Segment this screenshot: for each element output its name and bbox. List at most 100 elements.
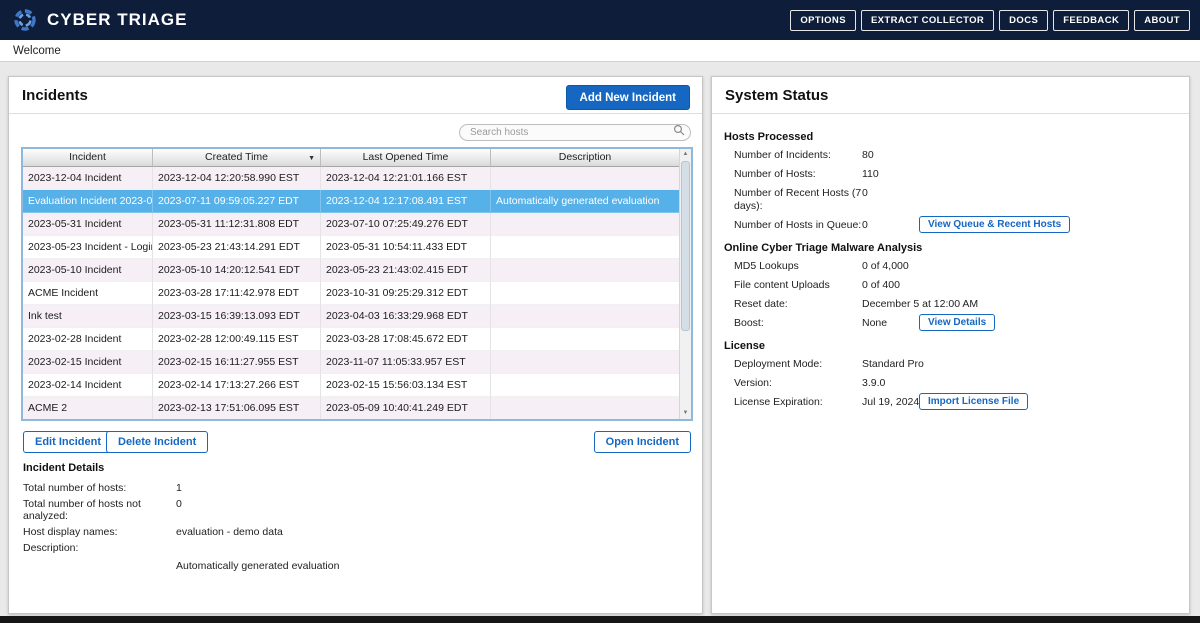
scroll-down-icon[interactable]: ▼ [680,408,691,419]
cell-created: 2023-03-28 17:11:42.978 EDT [153,282,321,305]
extract-collector-button[interactable]: EXTRACT COLLECTOR [861,10,994,31]
incident-row[interactable]: 2023-05-23 Incident - Logins 2023-05-23 … [23,236,679,259]
status-row: Number of Recent Hosts (7 days): 0 [734,187,1177,213]
detail-row: Total number of hosts: 1 [23,482,688,494]
column-header-last-opened-time[interactable]: Last Opened Time [321,149,491,167]
cell-description [491,213,679,236]
status-row: Number of Incidents: 80 [734,149,1177,162]
open-incident-button[interactable]: Open Incident [594,431,691,453]
status-value: December 5 at 12:00 AM [862,298,978,311]
system-status-title: System Status [725,87,828,104]
status-label: Reset date: [734,298,862,311]
incident-row[interactable]: 2023-02-14 Incident 2023-02-14 17:13:27.… [23,374,679,397]
cell-opened: 2023-02-15 15:56:03.134 EST [321,374,491,397]
status-label: MD5 Lookups [734,260,862,273]
status-label: License Expiration: [734,396,862,409]
import-license-file-button[interactable]: Import License File [919,393,1028,410]
view-details-button[interactable]: View Details [919,314,995,331]
options-button[interactable]: OPTIONS [790,10,856,31]
incident-row[interactable]: 2023-05-31 Incident 2023-05-31 11:12:31.… [23,213,679,236]
detail-label: Total number of hosts not analyzed: [23,498,176,522]
status-label: Number of Hosts: [734,168,862,181]
cell-created: 2023-03-15 16:39:13.093 EDT [153,305,321,328]
cell-incident: ACME Incident [23,282,153,305]
detail-row: Host display names: evaluation - demo da… [23,526,688,538]
cell-description [491,397,679,419]
add-new-incident-button[interactable]: Add New Incident [566,85,690,110]
status-row: Number of Hosts: 110 [734,168,1177,181]
column-header-description[interactable]: Description [491,149,679,167]
table-scrollbar[interactable]: ▲ ▼ [679,149,691,419]
cell-opened: 2023-12-04 12:21:01.166 EST [321,167,491,190]
scrollbar-thumb[interactable] [681,161,690,331]
sort-desc-icon: ▼ [308,150,315,167]
section-heading-license: License [724,340,1177,352]
incident-row[interactable]: 2023-12-04 Incident 2023-12-04 12:20:58.… [23,167,679,190]
incident-details: Incident Details Total number of hosts: … [23,462,688,576]
incident-row[interactable]: Ink test 2023-03-15 16:39:13.093 EDT 202… [23,305,679,328]
cell-description [491,167,679,190]
cell-opened: 2023-04-03 16:33:29.968 EDT [321,305,491,328]
status-value: Jul 19, 2024 [862,396,919,409]
incident-row[interactable]: ACME Incident 2023-03-28 17:11:42.978 ED… [23,282,679,305]
column-header-created-time[interactable]: Created Time▼ [153,149,321,167]
cell-opened: 2023-05-23 21:43:02.415 EDT [321,259,491,282]
cell-created: 2023-05-10 14:20:12.541 EDT [153,259,321,282]
status-label: Number of Recent Hosts (7 days): [734,187,862,213]
tab-strip: Welcome [0,40,1200,62]
incidents-table-header: Incident Created Time▼ Last Opened Time … [23,149,679,167]
system-status-panel: System Status Hosts Processed Number of … [711,76,1190,614]
bottom-taskbar-edge [0,616,1200,623]
incident-row[interactable]: 2023-02-28 Incident 2023-02-28 12:00:49.… [23,328,679,351]
status-row: Deployment Mode: Standard Pro [734,358,1177,371]
cell-incident: ACME 2 [23,397,153,419]
cell-incident: 2023-12-04 Incident [23,167,153,190]
cell-description [491,236,679,259]
status-value: 0 [862,219,868,232]
incidents-title: Incidents [22,87,88,104]
logo: CYBER TRIAGE [0,7,187,33]
cell-description [491,259,679,282]
feedback-button[interactable]: FEEDBACK [1053,10,1129,31]
column-header-incident[interactable]: Incident [23,149,153,167]
detail-value: evaluation - demo data [176,526,283,538]
incident-row[interactable]: 2023-02-15 Incident 2023-02-15 16:11:27.… [23,351,679,374]
status-row: Reset date: December 5 at 12:00 AM [734,298,1177,311]
search-hosts [459,122,691,139]
scroll-up-icon[interactable]: ▲ [680,149,691,160]
incident-row[interactable]: 2023-05-10 Incident 2023-05-10 14:20:12.… [23,259,679,282]
app-window: CYBER TRIAGE OPTIONS EXTRACT COLLECTOR D… [0,0,1200,623]
cell-created: 2023-12-04 12:20:58.990 EST [153,167,321,190]
incidents-panel: Incidents Add New Incident Incident Crea… [8,76,703,614]
docs-button[interactable]: DOCS [999,10,1048,31]
cell-opened: 2023-03-28 17:08:45.672 EDT [321,328,491,351]
status-value: Standard Pro [862,358,924,371]
incident-details-title: Incident Details [23,462,688,474]
detail-label: Host display names: [23,526,176,538]
cell-description: Automatically generated evaluation [491,190,679,213]
incident-row-selected[interactable]: Evaluation Incident 2023-07-11 2023-07-1… [23,190,679,213]
section-heading-hosts-processed: Hosts Processed [724,131,1177,143]
status-row: Version: 3.9.0 [734,377,1177,390]
status-label: File content Uploads [734,279,862,292]
detail-value: Automatically generated evaluation [176,560,688,572]
detail-value: 1 [176,482,182,494]
status-row: MD5 Lookups 0 of 4,000 [734,260,1177,273]
edit-incident-button[interactable]: Edit Incident [23,431,113,453]
tab-welcome[interactable]: Welcome [0,45,61,57]
about-button[interactable]: ABOUT [1134,10,1190,31]
search-hosts-input[interactable] [459,124,691,141]
cell-created: 2023-05-31 11:12:31.808 EDT [153,213,321,236]
cell-created: 2023-02-13 17:51:06.095 EST [153,397,321,419]
cell-incident: 2023-05-10 Incident [23,259,153,282]
status-value: 0 of 4,000 [862,260,909,273]
top-bar: CYBER TRIAGE OPTIONS EXTRACT COLLECTOR D… [0,0,1200,40]
incident-row[interactable]: ACME 2 2023-02-13 17:51:06.095 EST 2023-… [23,397,679,419]
delete-incident-button[interactable]: Delete Incident [106,431,208,453]
system-status-content: Hosts Processed Number of Incidents: 80 … [724,121,1177,415]
status-value: 0 of 400 [862,279,900,292]
detail-label: Total number of hosts: [23,482,176,494]
view-queue-recent-hosts-button[interactable]: View Queue & Recent Hosts [919,216,1070,233]
status-label: Version: [734,377,862,390]
status-value: 0 [862,187,868,213]
